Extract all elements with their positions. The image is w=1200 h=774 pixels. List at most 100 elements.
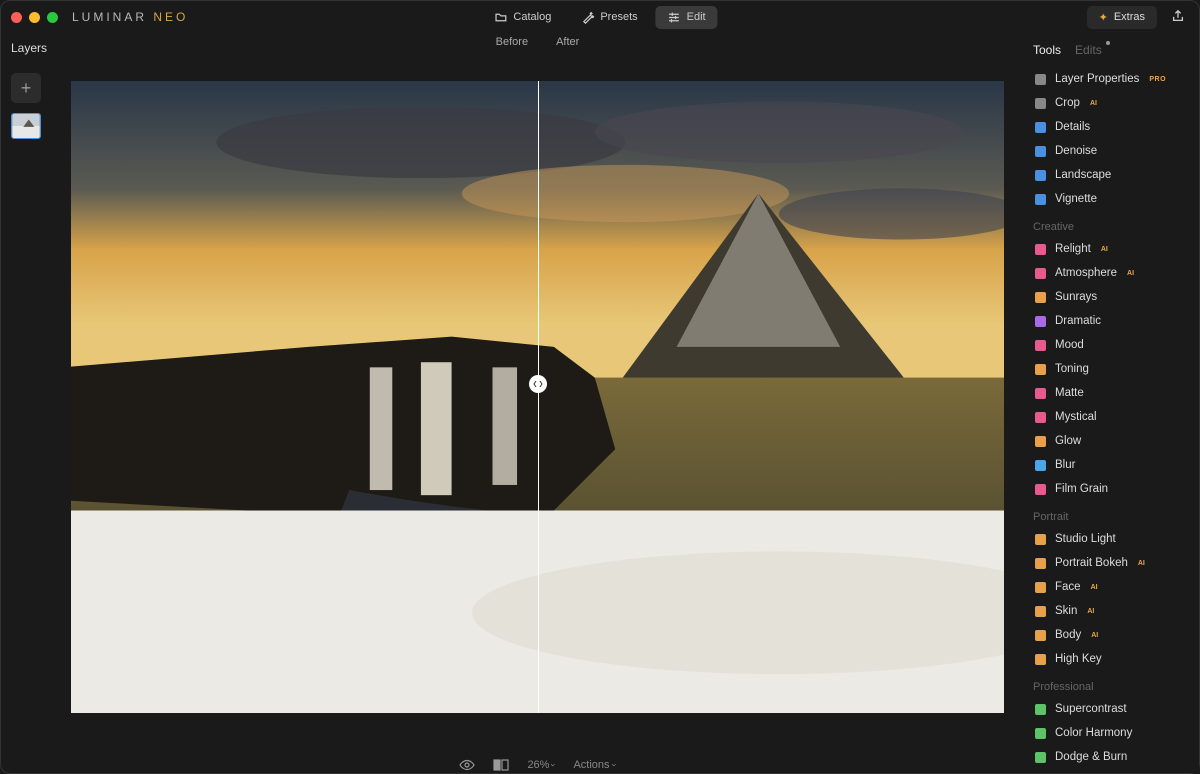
tool-label: Dodge & Burn: [1055, 751, 1127, 763]
details-icon: [1033, 120, 1047, 134]
catalog-label: Catalog: [513, 11, 551, 23]
tool-details[interactable]: Details: [1033, 115, 1185, 139]
layer-thumbnail[interactable]: [11, 113, 41, 139]
eye-icon: [459, 759, 475, 771]
tool-dramatic[interactable]: Dramatic: [1033, 309, 1185, 333]
tab-edits[interactable]: Edits: [1075, 43, 1102, 57]
tool-label: Vignette: [1055, 193, 1097, 205]
tool-label: Supercontrast: [1055, 703, 1127, 715]
maximize-window-button[interactable]: [47, 12, 58, 23]
quick-preview-button[interactable]: [459, 759, 475, 771]
tool-label: Denoise: [1055, 145, 1097, 157]
tool-label: Color Harmony: [1055, 727, 1132, 739]
tool-label: Studio Light: [1055, 533, 1116, 545]
add-layer-button[interactable]: +: [11, 73, 41, 103]
tool-body[interactable]: BodyAI: [1033, 623, 1185, 647]
tool-portrait-bokeh[interactable]: Portrait BokehAI: [1033, 551, 1185, 575]
compare-toggle-button[interactable]: [493, 759, 509, 771]
layers-panel: +: [1, 33, 51, 773]
dramatic-icon: [1033, 314, 1047, 328]
catalog-button[interactable]: Catalog: [482, 6, 563, 29]
toning-icon: [1033, 362, 1047, 376]
supercontrast-icon: [1033, 702, 1047, 716]
tool-layer-properties[interactable]: Layer PropertiesPRO: [1033, 67, 1185, 91]
edit-label: Edit: [687, 11, 706, 23]
section-section_portrait: Portrait: [1033, 511, 1185, 523]
film-grain-icon: [1033, 482, 1047, 496]
tool-label: Glow: [1055, 435, 1081, 447]
tool-color-harmony[interactable]: Color Harmony: [1033, 721, 1185, 745]
tool-vignette[interactable]: Vignette: [1033, 187, 1185, 211]
tool-high-key[interactable]: High Key: [1033, 647, 1185, 671]
vignette-icon: [1033, 192, 1047, 206]
close-window-button[interactable]: [11, 12, 22, 23]
brand-main: LUMINAR: [72, 10, 147, 24]
blur-icon: [1033, 458, 1047, 472]
compare-divider[interactable]: [538, 81, 539, 713]
after-label: After: [556, 36, 579, 48]
puzzle-icon: ✦: [1099, 11, 1108, 24]
tool-mood[interactable]: Mood: [1033, 333, 1185, 357]
landscape-icon: [1033, 168, 1047, 182]
relight-icon: [1033, 242, 1047, 256]
tab-tools[interactable]: Tools: [1033, 43, 1061, 57]
crop-icon: [1033, 96, 1047, 110]
mood-icon: [1033, 338, 1047, 352]
tool-label: High Key: [1055, 653, 1102, 665]
edit-button[interactable]: Edit: [656, 6, 718, 29]
tool-clone[interactable]: Clone: [1033, 769, 1185, 773]
tool-skin[interactable]: SkinAI: [1033, 599, 1185, 623]
tool-face[interactable]: FaceAI: [1033, 575, 1185, 599]
tool-denoise[interactable]: Denoise: [1033, 139, 1185, 163]
denoise-icon: [1033, 144, 1047, 158]
tool-toning[interactable]: Toning: [1033, 357, 1185, 381]
after-image: [538, 81, 1005, 713]
canvas-area: Before After: [71, 56, 1004, 743]
tool-studio-light[interactable]: Studio Light: [1033, 527, 1185, 551]
sunrays-icon: [1033, 290, 1047, 304]
body-icon: [1033, 628, 1047, 642]
tool-relight[interactable]: RelightAI: [1033, 237, 1185, 261]
app-brand: LUMINAR NEO: [72, 10, 188, 24]
share-icon: [1171, 9, 1185, 23]
tool-label: Relight: [1055, 243, 1091, 255]
tool-glow[interactable]: Glow: [1033, 429, 1185, 453]
tool-atmosphere[interactable]: AtmosphereAI: [1033, 261, 1185, 285]
tool-label: Mood: [1055, 339, 1084, 351]
tool-supercontrast[interactable]: Supercontrast: [1033, 697, 1185, 721]
tool-label: Skin: [1055, 605, 1077, 617]
portrait-bokeh-icon: [1033, 556, 1047, 570]
tool-label: Body: [1055, 629, 1081, 641]
tool-landscape[interactable]: Landscape: [1033, 163, 1185, 187]
zoom-dropdown[interactable]: 26%: [527, 759, 555, 771]
share-button[interactable]: [1167, 5, 1189, 30]
presets-button[interactable]: Presets: [569, 6, 649, 29]
tool-label: Mystical: [1055, 411, 1097, 423]
wand-icon: [581, 11, 594, 24]
tool-label: Details: [1055, 121, 1090, 133]
extras-label: Extras: [1114, 11, 1145, 23]
tool-sunrays[interactable]: Sunrays: [1033, 285, 1185, 309]
extras-button[interactable]: ✦ Extras: [1087, 6, 1157, 29]
sliders-icon: [668, 11, 681, 24]
section-section_professional: Professional: [1033, 681, 1185, 693]
tool-dodge-burn[interactable]: Dodge & Burn: [1033, 745, 1185, 769]
tool-label: Atmosphere: [1055, 267, 1117, 279]
high-key-icon: [1033, 652, 1047, 666]
color-harmony-icon: [1033, 726, 1047, 740]
image-canvas[interactable]: [71, 81, 1004, 713]
compare-handle[interactable]: [529, 375, 547, 393]
minimize-window-button[interactable]: [29, 12, 40, 23]
tool-label: Portrait Bokeh: [1055, 557, 1128, 569]
actions-dropdown[interactable]: Actions: [573, 759, 615, 771]
mystical-icon: [1033, 410, 1047, 424]
tool-mystical[interactable]: Mystical: [1033, 405, 1185, 429]
tool-label: Blur: [1055, 459, 1075, 471]
actions-label: Actions: [573, 759, 609, 771]
compare-labels: Before After: [71, 36, 1004, 48]
tool-film-grain[interactable]: Film Grain: [1033, 477, 1185, 501]
tool-matte[interactable]: Matte: [1033, 381, 1185, 405]
tool-blur[interactable]: Blur: [1033, 453, 1185, 477]
tool-crop[interactable]: CropAI: [1033, 91, 1185, 115]
atmosphere-icon: [1033, 266, 1047, 280]
